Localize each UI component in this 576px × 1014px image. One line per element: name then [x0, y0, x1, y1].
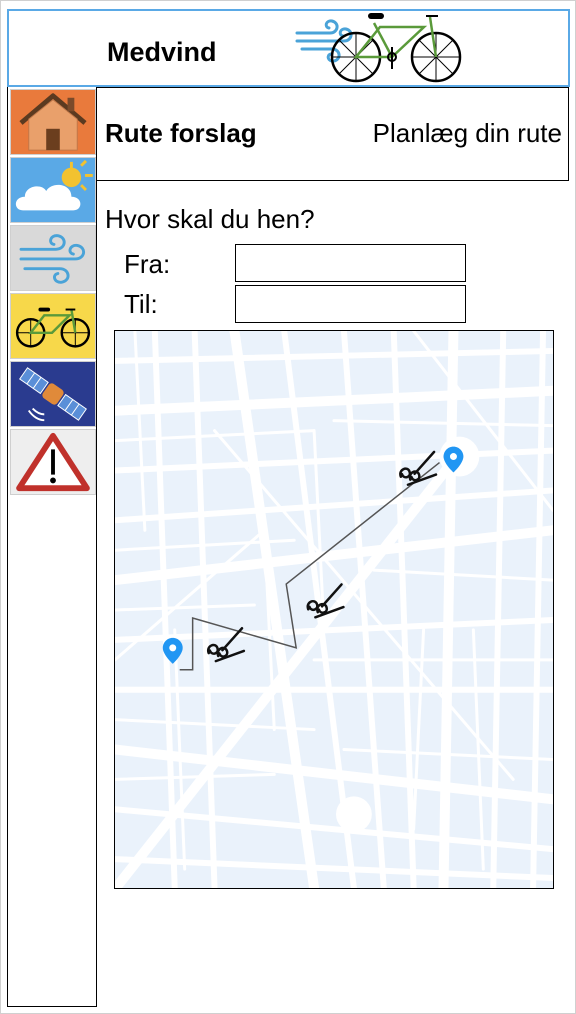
from-label: Fra: [124, 249, 171, 279]
warning-triangle-icon [16, 432, 90, 492]
sidebar-item-bike[interactable] [10, 293, 96, 359]
bicycle-icon [15, 307, 91, 348]
page-subtitle: Planlæg din rute [372, 118, 562, 148]
to-label: Til: [124, 289, 158, 319]
sidebar-item-warning[interactable] [10, 429, 96, 495]
app-header: Medvind [7, 9, 570, 87]
app-title: Medvind [107, 37, 217, 67]
page-header: Rute forslag Planlæg din rute [97, 87, 569, 181]
sidebar-item-satellite[interactable] [10, 361, 96, 427]
wind-icon [19, 234, 85, 284]
bicycle-with-wind-icon [292, 11, 472, 91]
from-input[interactable] [235, 244, 466, 282]
sidebar-item-wind[interactable] [10, 225, 96, 291]
page-title: Rute forslag [105, 118, 257, 148]
route-map[interactable] [114, 330, 554, 889]
house-icon [19, 93, 87, 151]
to-input[interactable] [235, 285, 466, 323]
sidebar-item-weather[interactable] [10, 157, 96, 223]
sidebar-item-home[interactable] [10, 89, 96, 155]
route-question: Hvor skal du hen? [105, 204, 315, 234]
cloud-sun-icon [15, 159, 93, 211]
sidebar [7, 87, 97, 1007]
satellite-icon [19, 367, 87, 422]
app-frame: Medvind Rute forslag Planlæg din rute Hv… [0, 0, 576, 1014]
